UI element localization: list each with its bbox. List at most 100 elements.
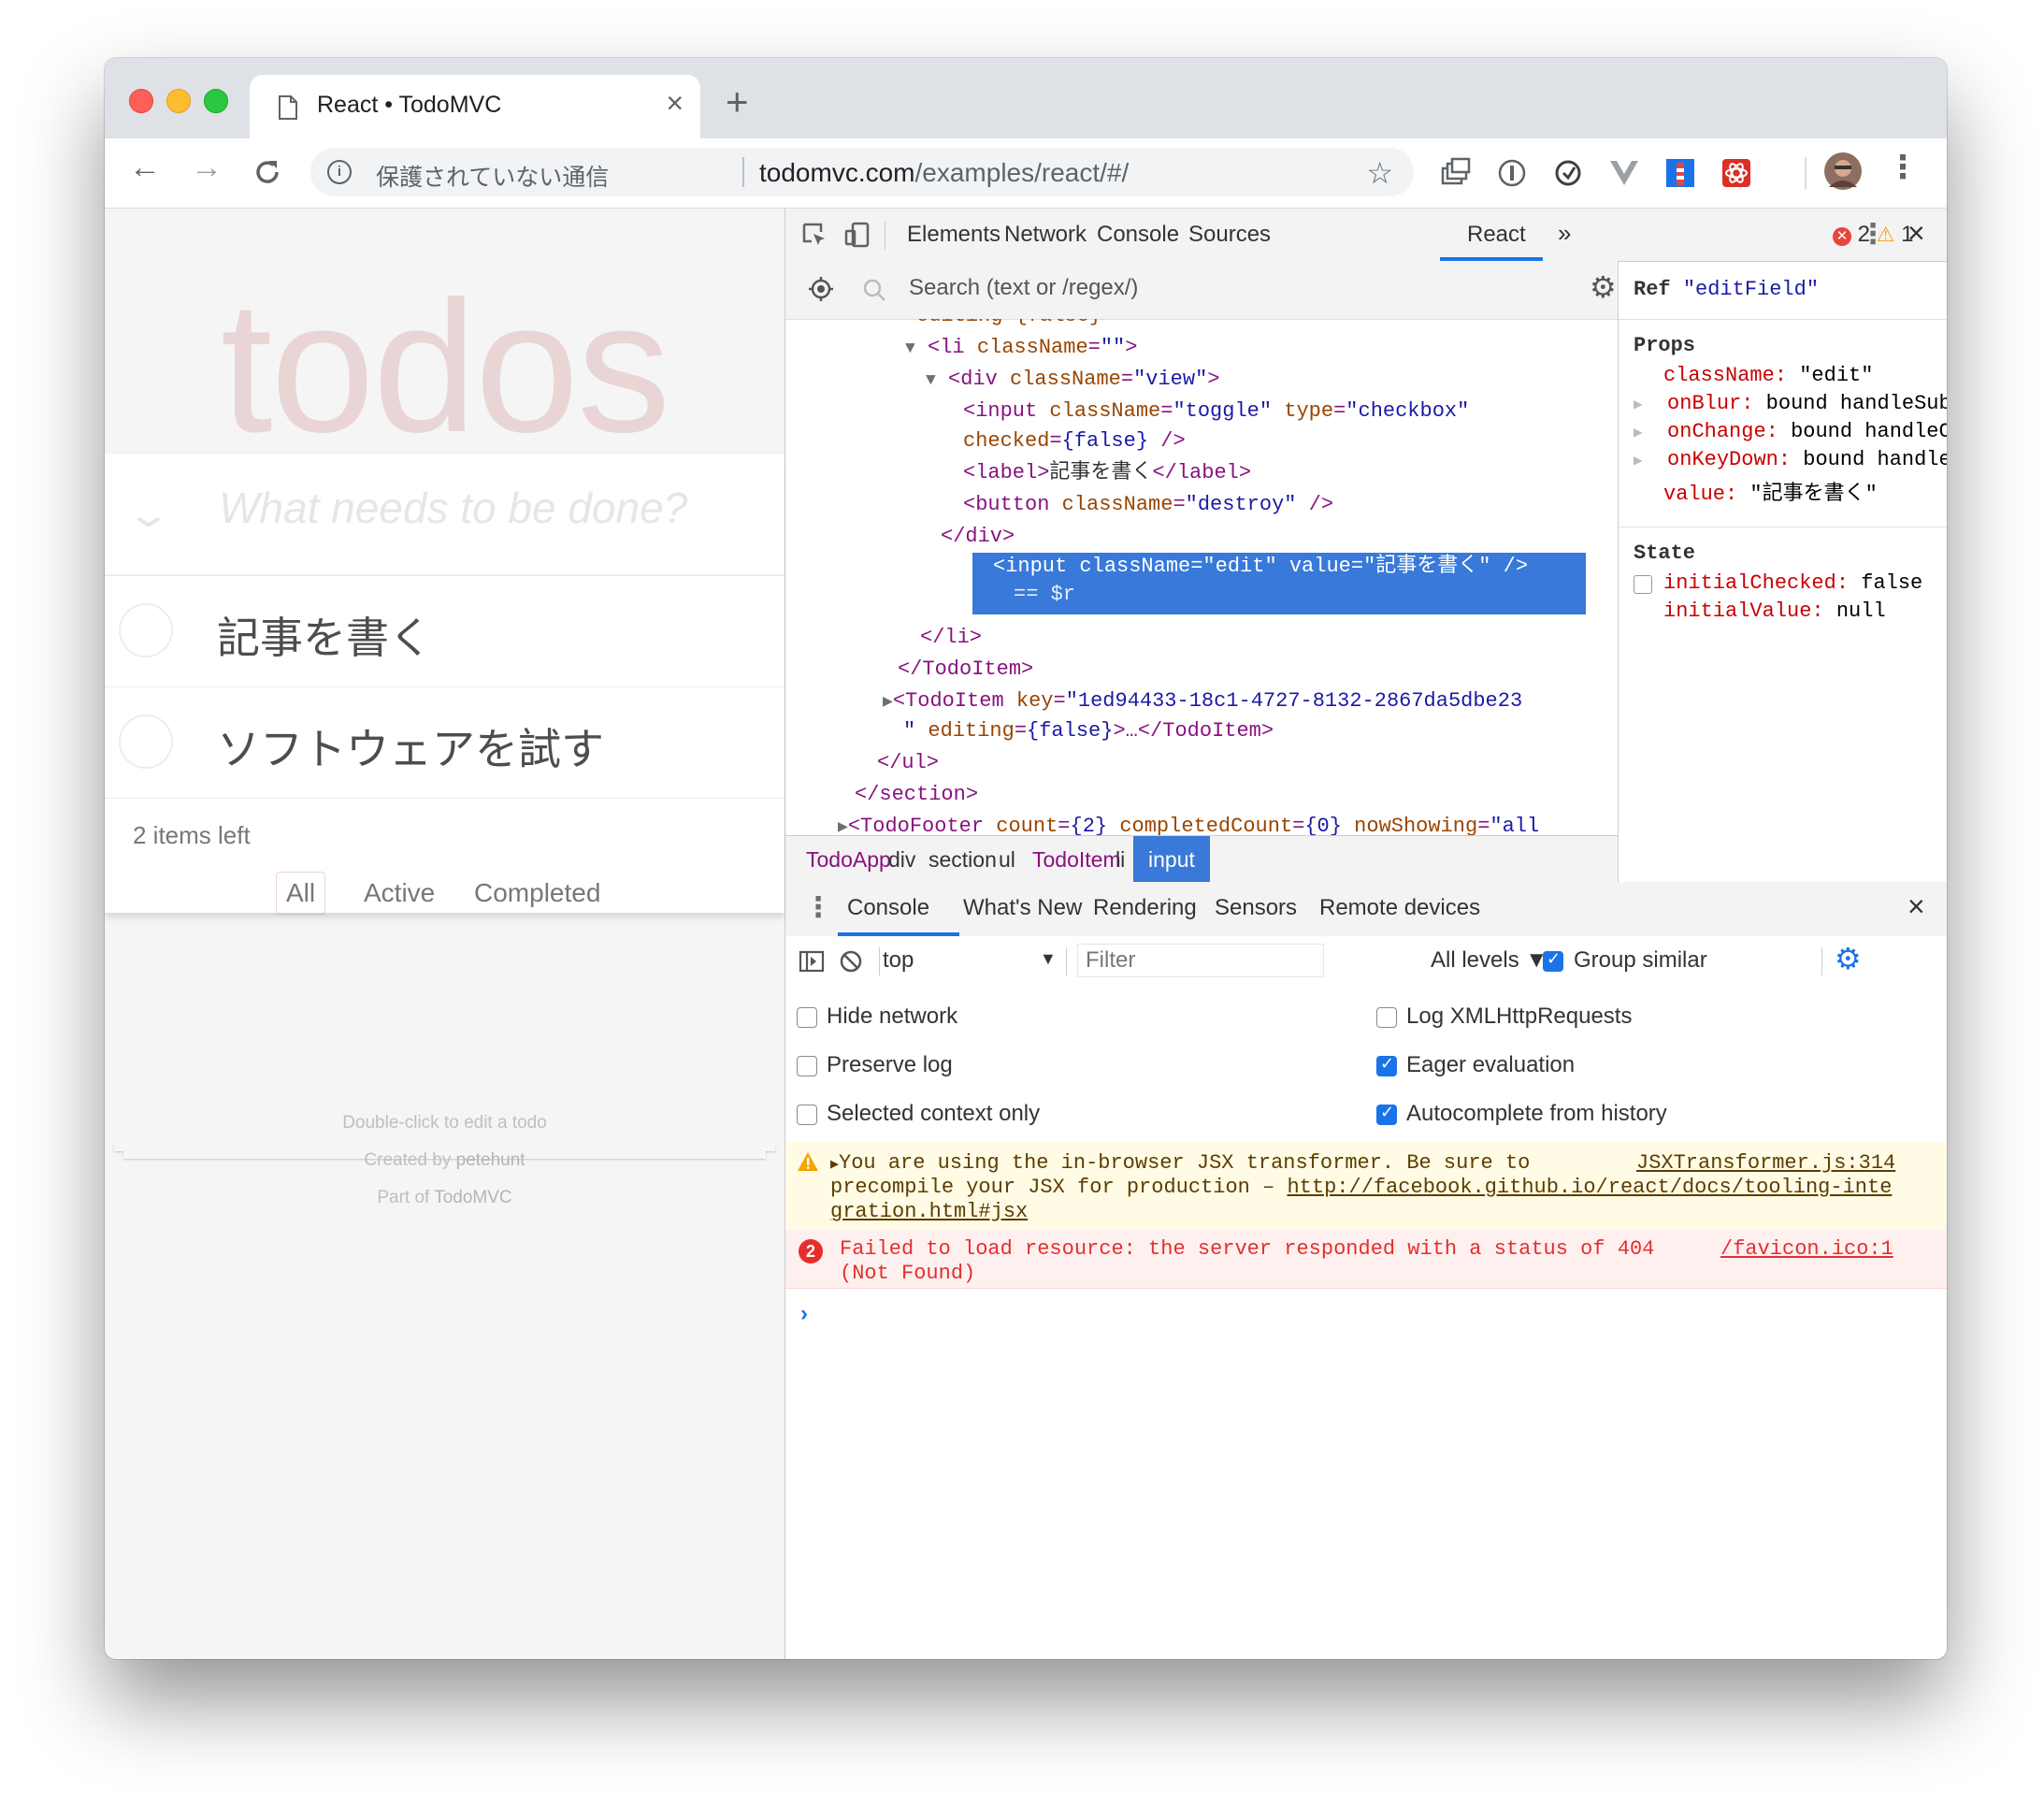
- react-search-input[interactable]: [907, 274, 1472, 302]
- expand-arrow-icon[interactable]: ▶: [1634, 425, 1643, 441]
- security-label[interactable]: 保護されていない通信: [376, 159, 609, 193]
- expand-arrow-icon[interactable]: ▶: [830, 1157, 839, 1173]
- group-similar-label[interactable]: Group similar: [1574, 947, 1707, 974]
- breadcrumb-todoapp[interactable]: TodoApp: [806, 847, 891, 873]
- tab-close-icon[interactable]: ×: [666, 88, 684, 118]
- autocomplete-history-checkbox[interactable]: [1376, 1103, 1397, 1125]
- state-row[interactable]: initialChecked: false: [1663, 571, 1922, 595]
- log-xhr-label[interactable]: Log XMLHttpRequests: [1406, 1004, 1632, 1030]
- drawer-menu-icon[interactable]: ⋮: [804, 891, 832, 924]
- prop-row[interactable]: className: "edit": [1663, 364, 1873, 387]
- selected-tree-node[interactable]: <input className="edit" value="記事を書く" />…: [972, 553, 1586, 614]
- new-todo-input[interactable]: [217, 482, 744, 534]
- author-link[interactable]: petehunt: [456, 1150, 525, 1170]
- breadcrumb-input[interactable]: input: [1133, 836, 1210, 883]
- expand-arrow-icon[interactable]: ▶: [838, 818, 848, 835]
- react-devtools-extension-icon[interactable]: [1720, 157, 1752, 189]
- tab-stack-extension-icon[interactable]: [1440, 157, 1472, 189]
- tab-sources[interactable]: Sources: [1188, 222, 1271, 248]
- forward-icon[interactable]: →: [191, 152, 223, 183]
- selected-context-checkbox[interactable]: [797, 1105, 817, 1125]
- autocomplete-history-label[interactable]: Autocomplete from history: [1406, 1101, 1667, 1127]
- sync-extension-icon[interactable]: [1552, 157, 1584, 189]
- inspect-element-icon[interactable]: [800, 221, 828, 249]
- reload-icon[interactable]: [252, 157, 282, 187]
- vue-extension-icon[interactable]: [1608, 157, 1640, 189]
- drawer-tab-whats-new[interactable]: What's New: [963, 895, 1082, 921]
- tree-line[interactable]: editing={false}>: [916, 319, 1114, 332]
- tree-node-ul-close[interactable]: </ul>: [877, 747, 939, 779]
- console-filter-input[interactable]: [1077, 944, 1324, 977]
- todomvc-link[interactable]: TodoMVC: [434, 1188, 511, 1207]
- tab-elements[interactable]: Elements: [907, 222, 1000, 248]
- drawer-tab-console[interactable]: Console: [847, 895, 929, 921]
- console-settings-gear-icon[interactable]: ⚙: [1835, 944, 1862, 974]
- collapse-arrow-icon[interactable]: ▼: [926, 371, 936, 390]
- react-settings-gear-icon[interactable]: ⚙: [1590, 272, 1617, 302]
- todo-item[interactable]: 記事を書く: [105, 576, 784, 687]
- minimize-window-button[interactable]: [166, 89, 191, 113]
- state-checkbox[interactable]: [1634, 575, 1652, 594]
- todo-label[interactable]: ソフトウェアを試す: [217, 715, 604, 777]
- expand-arrow-icon[interactable]: ▶: [883, 693, 893, 712]
- tree-node-section-close[interactable]: </section>: [855, 779, 978, 811]
- expand-arrow-icon[interactable]: ▶: [1634, 397, 1643, 413]
- drawer-close-icon[interactable]: ×: [1907, 889, 1925, 924]
- tree-node-button[interactable]: <button className="destroy" />: [963, 489, 1333, 521]
- context-selector[interactable]: top: [883, 947, 914, 974]
- state-row[interactable]: initialValue: null: [1663, 599, 1886, 623]
- log-levels-dropdown[interactable]: All levels ▼: [1431, 947, 1547, 974]
- breadcrumb-todoitem[interactable]: TodoItem: [1032, 847, 1121, 873]
- tab-network[interactable]: Network: [1004, 222, 1087, 248]
- devtools-menu-icon[interactable]: ⋮: [1859, 218, 1887, 251]
- browser-tab[interactable]: React • TodoMVC ×: [250, 75, 700, 138]
- preserve-log-checkbox[interactable]: [797, 1056, 817, 1076]
- close-window-button[interactable]: [129, 89, 153, 113]
- filter-completed[interactable]: Completed: [464, 872, 611, 915]
- docs-link[interactable]: http://facebook.github.io/react/docs/too…: [1287, 1176, 1892, 1199]
- expand-arrow-icon[interactable]: ▶: [1634, 453, 1643, 469]
- bookmark-star-icon[interactable]: ☆: [1366, 155, 1393, 191]
- drawer-tab-rendering[interactable]: Rendering: [1093, 895, 1197, 921]
- selected-context-label[interactable]: Selected context only: [827, 1101, 1040, 1127]
- select-element-target-icon[interactable]: [808, 276, 834, 302]
- console-warning-message[interactable]: ▶You are using the in-browser JSX transf…: [785, 1142, 1947, 1231]
- password-extension-icon[interactable]: [1496, 157, 1528, 189]
- prop-row[interactable]: value: "記事を書く": [1663, 476, 1878, 506]
- hide-network-label[interactable]: Hide network: [827, 1004, 957, 1030]
- profile-avatar[interactable]: [1823, 152, 1863, 191]
- hide-network-checkbox[interactable]: [797, 1007, 817, 1028]
- tree-node-todoitem-cont[interactable]: " editing={false}>…</TodoItem>: [903, 715, 1274, 747]
- tree-node-div-close[interactable]: </div>: [941, 521, 1015, 553]
- tab-react[interactable]: React: [1467, 222, 1526, 248]
- eager-evaluation-label[interactable]: Eager evaluation: [1406, 1052, 1575, 1078]
- todo-toggle-checkbox[interactable]: [119, 715, 173, 769]
- eager-evaluation-checkbox[interactable]: [1376, 1054, 1397, 1076]
- tree-node-input-toggle[interactable]: <input className="toggle" type="checkbox…: [963, 396, 1469, 427]
- prop-row[interactable]: ▶ onBlur: bound handleSubmit: [1634, 392, 1947, 415]
- filter-active[interactable]: Active: [353, 872, 445, 915]
- tree-node-div[interactable]: ▼ <div className="view">: [926, 364, 1219, 397]
- log-xhr-checkbox[interactable]: [1376, 1007, 1397, 1028]
- console-error-message[interactable]: 2 Failed to load resource: the server re…: [785, 1230, 1947, 1289]
- group-similar-checkbox[interactable]: [1543, 949, 1563, 972]
- prop-row[interactable]: ▶ onKeyDown: bound handleKeyDown: [1634, 448, 1947, 471]
- tree-node-li-close[interactable]: </li>: [920, 622, 982, 654]
- todo-item[interactable]: ソフトウェアを試す: [105, 687, 784, 799]
- collapse-arrow-icon[interactable]: ▼: [905, 339, 915, 358]
- devtools-close-icon[interactable]: ×: [1907, 216, 1925, 251]
- drawer-tab-sensors[interactable]: Sensors: [1215, 895, 1297, 921]
- device-toolbar-icon[interactable]: [843, 221, 871, 249]
- prop-row[interactable]: ▶ onChange: bound handleChange: [1634, 420, 1947, 443]
- todo-label[interactable]: 記事を書く: [217, 604, 432, 666]
- sidebar-toggle-icon[interactable]: [799, 948, 825, 975]
- breadcrumb-section[interactable]: section: [928, 847, 997, 873]
- url-text[interactable]: todomvc.com/examples/react/#/: [759, 158, 1129, 188]
- toggle-all-chevron-icon[interactable]: ⌄: [125, 493, 172, 536]
- console-prompt-icon[interactable]: ›: [800, 1301, 808, 1327]
- warning-source-link[interactable]: JSXTransformer.js:314: [1636, 1151, 1895, 1175]
- maximize-window-button[interactable]: [204, 89, 228, 113]
- tree-node-todoitem[interactable]: ▶<TodoItem key="1ed94433-18c1-4727-8132-…: [883, 686, 1522, 718]
- filter-all[interactable]: All: [276, 872, 326, 915]
- error-source-link[interactable]: /favicon.ico:1: [1720, 1237, 1893, 1261]
